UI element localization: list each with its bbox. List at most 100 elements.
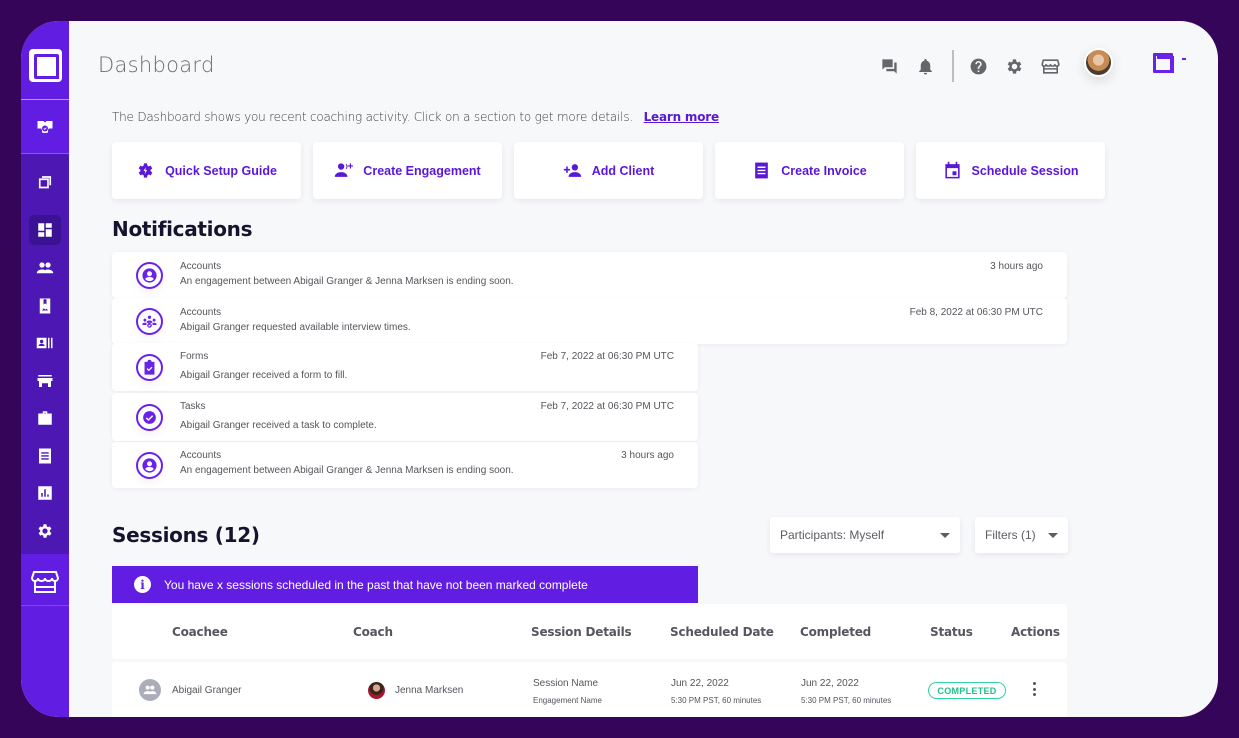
add-client-button[interactable]: Add Client	[514, 142, 703, 199]
notification-category: Tasks	[180, 401, 206, 412]
caret-down-icon	[940, 532, 950, 538]
sidebar-item-dashboard[interactable]	[29, 215, 61, 245]
notification-time: 3 hours ago	[990, 261, 1043, 272]
intro-description: The Dashboard shows you recent coaching …	[112, 110, 633, 124]
people-icon	[36, 262, 54, 274]
briefcase-icon	[38, 411, 52, 425]
sidebar-item-invoices[interactable]	[29, 441, 61, 471]
kebab-dot	[1032, 687, 1036, 691]
row-actions-menu[interactable]	[1030, 680, 1038, 698]
sidebar	[21, 21, 69, 717]
column-header-actions: Actions	[1011, 625, 1060, 639]
quick-action-label: Create Engagement	[363, 163, 481, 178]
add-group-icon	[335, 163, 354, 177]
bell-icon	[918, 58, 932, 74]
notification-item[interactable]: Accounts An engagement between Abigail G…	[112, 442, 698, 488]
column-header-completed[interactable]: Completed	[800, 625, 871, 639]
sidebar-item-store[interactable]	[29, 566, 61, 598]
column-header-coach[interactable]: Coach	[353, 625, 393, 639]
session-name[interactable]: Session Name	[533, 678, 598, 689]
column-header-coachee[interactable]: Coachee	[172, 625, 228, 639]
coachee-name[interactable]: Abigail Granger	[172, 685, 241, 696]
create-engagement-button[interactable]: Create Engagement	[313, 142, 502, 199]
notification-category: Accounts	[180, 307, 222, 318]
settings-icon	[1007, 58, 1021, 74]
completed-time: 5:30 PM PST, 60 minutes	[801, 696, 892, 705]
participants-dropdown[interactable]: Participants: Myself	[770, 517, 960, 553]
schedule-session-button[interactable]: Schedule Session	[916, 142, 1105, 199]
notification-item[interactable]: Tasks Abigail Granger received a task to…	[112, 393, 698, 441]
sessions-heading: Sessions (12)	[112, 523, 260, 547]
sidebar-item-people[interactable]	[29, 253, 61, 283]
account-circle-icon	[136, 262, 163, 289]
settings-button[interactable]	[1004, 56, 1024, 76]
notification-item[interactable]: Accounts Abigail Granger requested avail…	[112, 298, 1067, 344]
column-header-session-details[interactable]: Session Details	[531, 625, 632, 639]
notification-category: Accounts	[180, 261, 222, 272]
quick-action-label: Create Invoice	[781, 163, 867, 178]
help-icon	[970, 58, 986, 74]
notification-time: 3 hours ago	[621, 450, 674, 461]
notification-message: Abigail Granger received a task to compl…	[180, 420, 377, 431]
store-icon	[1040, 58, 1060, 74]
app-window: Dashboard The Dashboard shows you recent…	[21, 21, 1218, 717]
sidebar-item-id-cards[interactable]	[29, 328, 61, 358]
column-header-scheduled-date[interactable]: Scheduled Date	[670, 625, 774, 639]
coachee-avatar	[139, 679, 161, 701]
scheduled-time: 5:30 PM PST, 60 minutes	[671, 696, 762, 705]
participants-dropdown-value: Participants: Myself	[780, 528, 885, 542]
sessions-table-header: Coachee Coach Session Details Scheduled …	[112, 604, 1067, 659]
column-header-status[interactable]: Status	[930, 625, 973, 639]
notification-message: An engagement between Abigail Granger & …	[180, 276, 514, 287]
notification-item[interactable]: Accounts An engagement between Abigail G…	[112, 252, 1067, 298]
settings-icon	[38, 524, 52, 538]
messages-button[interactable]	[879, 56, 899, 76]
certificate-icon	[37, 121, 53, 133]
gear-bolt-icon	[138, 163, 153, 178]
notification-category: Forms	[180, 351, 209, 362]
filters-dropdown[interactable]: Filters (1)	[975, 517, 1068, 553]
header-toolbar	[879, 50, 1060, 82]
id-card-icon	[36, 337, 53, 349]
quick-setup-guide-button[interactable]: Quick Setup Guide	[112, 142, 301, 199]
sidebar-item-storefront[interactable]	[29, 366, 61, 396]
notification-time: Feb 8, 2022 at 06:30 PM UTC	[909, 307, 1043, 318]
dashboard-icon	[38, 223, 52, 237]
clipboard-check-icon	[136, 354, 163, 381]
sidebar-item-settings[interactable]	[29, 516, 61, 546]
sidebar-item-contacts[interactable]	[29, 291, 61, 321]
sidebar-item-projects[interactable]	[29, 403, 61, 433]
store-icon	[31, 571, 59, 593]
sidebar-item-brand[interactable]	[29, 168, 61, 198]
user-avatar[interactable]	[1084, 48, 1113, 77]
notification-time: Feb 7, 2022 at 06:30 PM UTC	[540, 351, 674, 362]
add-person-icon	[563, 164, 581, 177]
quick-action-label: Quick Setup Guide	[165, 163, 277, 178]
notification-message: Abigail Granger received a form to fill.	[180, 370, 348, 381]
check-circle-icon	[136, 404, 163, 431]
table-row[interactable]: Abigail Granger Jenna Marksen Session Na…	[112, 662, 1067, 717]
chevron-down-icon	[1182, 58, 1186, 60]
scheduled-date: Jun 22, 2022	[671, 678, 729, 689]
help-button[interactable]	[968, 56, 988, 76]
notifications-button[interactable]	[915, 56, 935, 76]
learn-more-link[interactable]: Learn more	[644, 110, 720, 124]
caret-down-icon	[1048, 532, 1058, 538]
quick-action-label: Schedule Session	[971, 163, 1079, 178]
invoice-icon	[39, 448, 51, 464]
intro-text: The Dashboard shows you recent coaching …	[112, 110, 719, 124]
notifications-heading: Notifications	[112, 217, 253, 241]
sidebar-item-reports[interactable]	[29, 478, 61, 508]
store-button[interactable]	[1040, 56, 1060, 76]
status-badge: COMPLETED	[928, 682, 1006, 699]
notification-message: An engagement between Abigail Granger & …	[180, 465, 514, 476]
brand-switcher[interactable]	[1152, 52, 1186, 73]
coach-name[interactable]: Jenna Marksen	[395, 685, 463, 696]
sidebar-item-certificates[interactable]	[29, 112, 61, 142]
create-invoice-button[interactable]: Create Invoice	[715, 142, 904, 199]
receipt-icon	[755, 162, 769, 179]
app-logo[interactable]	[29, 49, 62, 82]
notification-item[interactable]: Forms Abigail Granger received a form to…	[112, 343, 698, 391]
page-title: Dashboard	[98, 53, 215, 77]
alert-message: You have x sessions scheduled in the pas…	[164, 577, 588, 592]
